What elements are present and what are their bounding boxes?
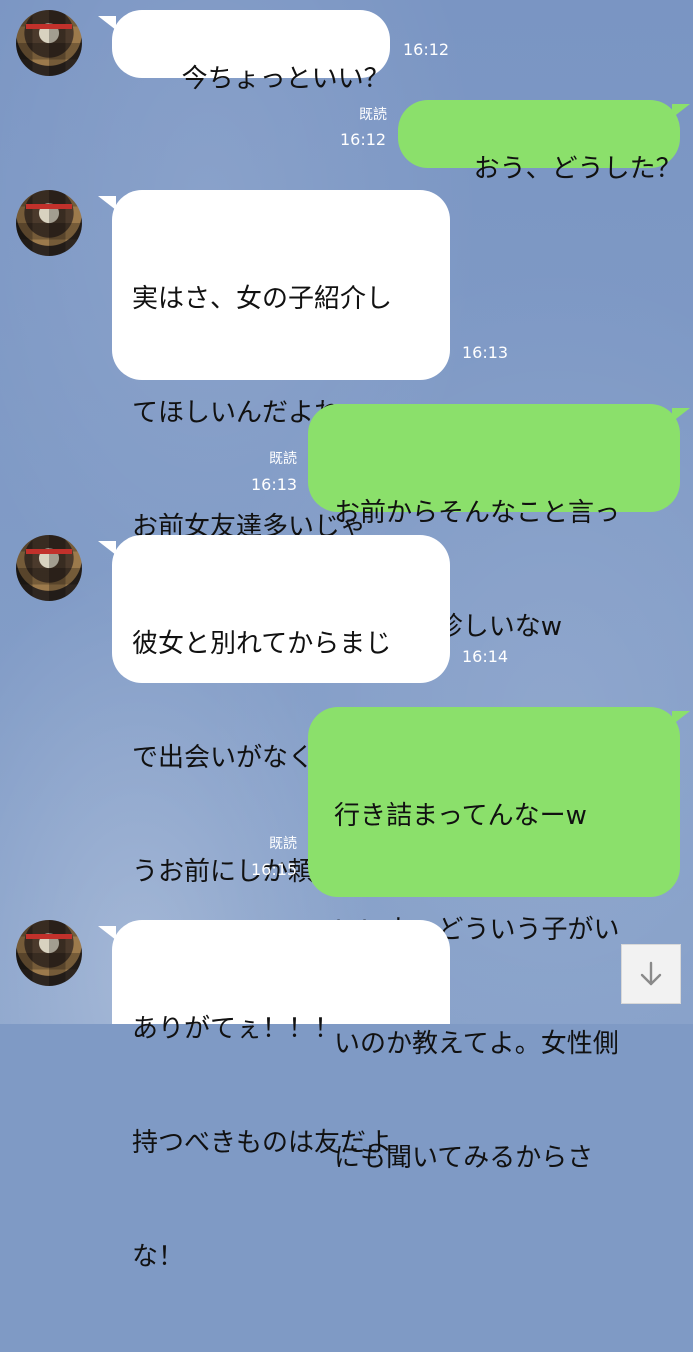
contact-avatar[interactable] [16,190,82,256]
message-line: 持つべきものは友だよ [132,1128,393,1158]
message-text: 今ちょっといい？ [181,64,390,94]
message-line: 実はさ、女の子紹介し [132,284,393,314]
outgoing-message-bubble[interactable]: おう、どうした？ [398,100,682,184]
scroll-to-bottom-button[interactable] [621,944,681,1004]
contact-avatar[interactable] [16,920,82,986]
message-line: 彼女と別れてからまじ [132,629,392,659]
contact-avatar[interactable] [16,535,82,601]
read-receipt: 既読 [269,451,297,467]
bubble-tail [672,408,690,422]
message-line: ありがてぇ！！！ [132,1014,341,1044]
contact-avatar[interactable] [16,10,82,76]
incoming-message-bubble[interactable]: ありがてぇ！！！ 持つべきものは友だよ な！ [112,920,450,1272]
read-receipt: 既読 [269,836,297,852]
message-timestamp: 16:14 [462,647,509,666]
read-receipt: 既読 [359,107,387,123]
message-timestamp: 16:12 [403,40,450,59]
bubble-tail [672,104,690,118]
incoming-message-bubble[interactable]: 彼女と別れてからまじ で出会いがなくて、も うお前にしか頼れん [112,535,450,887]
message-line: お前からそんなこと言っ [334,498,621,528]
message-line: な！ [132,1242,185,1272]
message-text: おう、どうした？ [473,154,682,184]
message-timestamp: 16:13 [462,343,509,362]
message-line: 行き詰まってんなーw [334,801,587,831]
outgoing-message-bubble[interactable]: 行き詰まってんなーw いいよ、どういう子がい いのか教えてよ。女性側 にも聞いて… [308,707,680,1173]
arrow-down-icon [640,961,662,986]
message-timestamp: 16:12 [340,130,387,149]
incoming-message-bubble[interactable]: 今ちょっといい？ [112,10,390,94]
incoming-message-bubble[interactable]: 実はさ、女の子紹介し てほしいんだよね お前女友達多いじゃ ん？ [112,190,450,656]
bubble-tail [672,711,690,725]
chat-background: 今ちょっといい？ 16:12 既読 16:12 おう、どうした？ 実はさ、女の子… [0,0,693,1272]
message-timestamp: 16:15 [251,860,298,879]
message-timestamp: 16:13 [251,475,298,494]
outgoing-message-bubble[interactable]: お前からそんなこと言っ てくるの珍しいなw [308,404,680,642]
